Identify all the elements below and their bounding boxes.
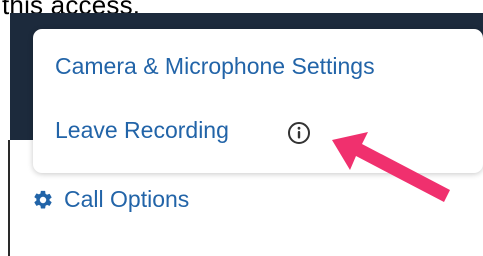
info-circle-icon[interactable] <box>287 121 311 145</box>
call-options-label: Call Options <box>64 186 190 212</box>
leave-recording-item[interactable]: Leave Recording <box>55 117 229 144</box>
gear-icon <box>34 190 52 209</box>
annotation-arrow-icon <box>332 132 450 202</box>
camera-microphone-settings-item[interactable]: Camera & Microphone Settings <box>55 53 375 80</box>
left-edge-divider <box>8 140 10 256</box>
call-options-link[interactable]: Call Options <box>32 186 189 213</box>
screenshot-frame: this access. Camera & Microphone Setting… <box>0 0 483 256</box>
